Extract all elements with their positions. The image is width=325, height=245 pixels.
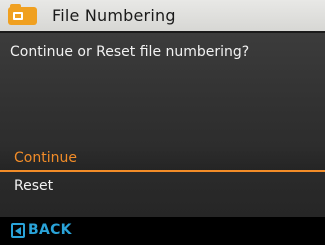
option-continue[interactable]: Continue [0, 145, 325, 172]
footer-bar: BACK [0, 217, 325, 245]
folder-tab [10, 4, 21, 9]
folder-icon [8, 4, 37, 25]
prompt-message: Continue or Reset file numbering? [10, 44, 250, 60]
camera-menu-screen: File Numbering Continue or Reset file nu… [0, 0, 325, 245]
option-continue-label: Continue [14, 150, 77, 166]
folder-page [13, 12, 23, 20]
option-reset[interactable]: Reset [0, 173, 325, 199]
back-label[interactable]: BACK [28, 222, 72, 238]
title-bar: File Numbering [0, 0, 325, 33]
page-title: File Numbering [52, 6, 176, 25]
dialog-body: Continue or Reset file numbering? Contin… [0, 33, 325, 217]
back-arrow-key-icon[interactable] [11, 223, 25, 238]
option-reset-label: Reset [14, 178, 54, 194]
